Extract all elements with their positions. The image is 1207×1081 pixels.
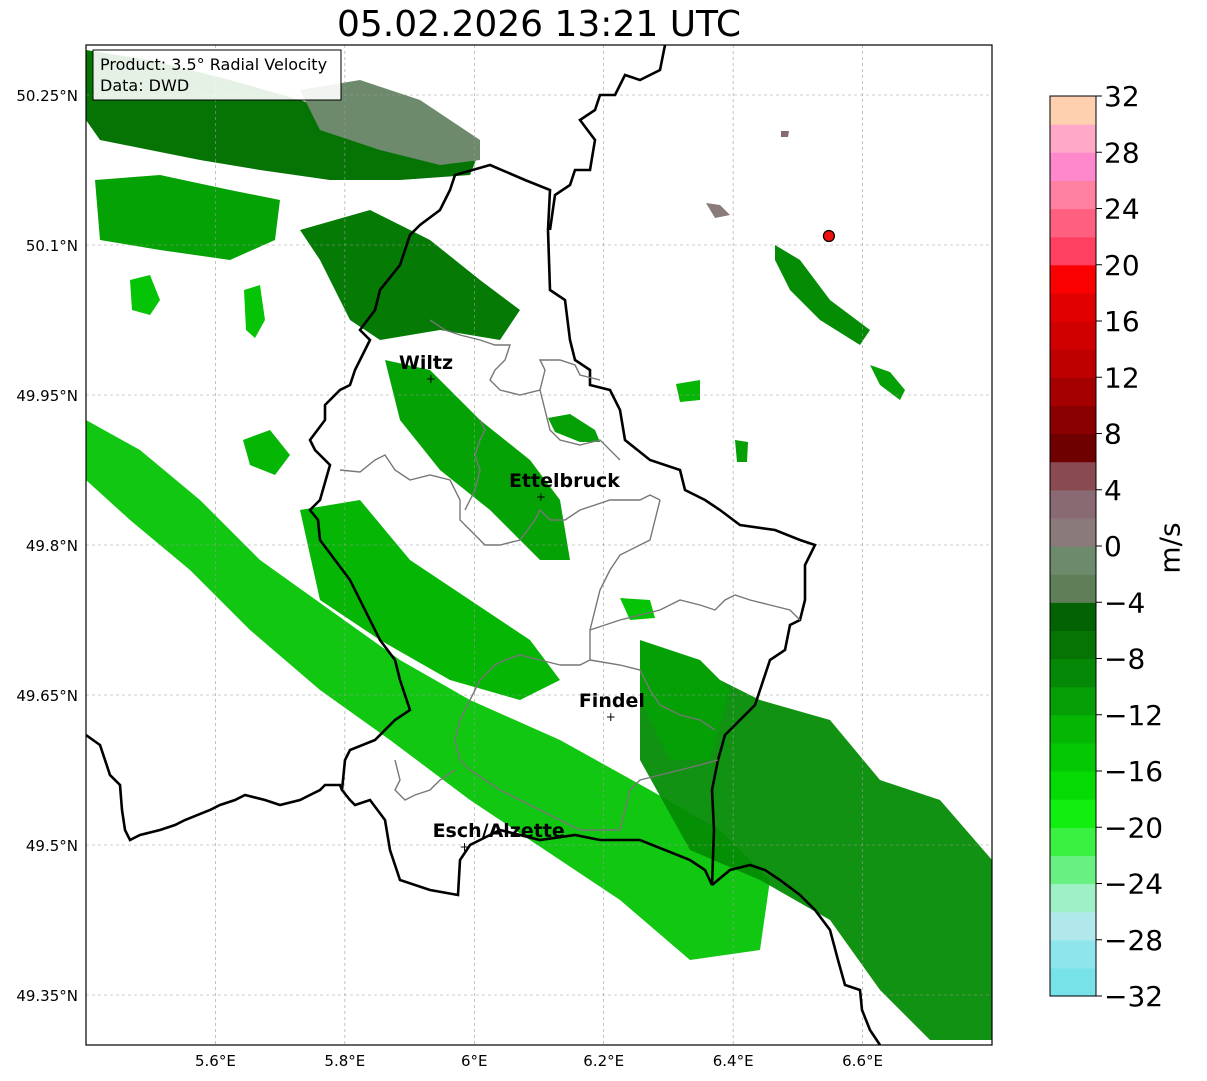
colorbar-segment <box>1050 292 1096 322</box>
colorbar-tick-label: 0 <box>1104 530 1122 563</box>
colorbar-tick-label: 4 <box>1104 474 1122 507</box>
x-tick-label: 6.6°E <box>842 1052 883 1070</box>
info-box: Product: 3.5° Radial Velocity Data: DWD <box>92 49 342 101</box>
y-tick-label: 49.95°N <box>16 387 78 405</box>
colorbar-segment <box>1050 911 1096 941</box>
colorbar-segment <box>1050 377 1096 406</box>
city-label: Esch/Alzette <box>433 820 565 842</box>
colorbar-segment <box>1050 799 1096 828</box>
x-axis-ticks: 5.6°E 5.8°E 6°E 6.2°E 6.4°E 6.6°E <box>195 1052 883 1070</box>
colorbar-segment <box>1050 433 1096 463</box>
colorbar-tick-label: −8 <box>1104 643 1145 676</box>
colorbar-tick-label: 20 <box>1104 249 1140 282</box>
colorbar-tick-label: 32 <box>1104 80 1140 113</box>
colorbar-label: m/s <box>1153 522 1187 574</box>
colorbar-tick-label: 28 <box>1104 136 1140 169</box>
city-label: Wiltz <box>399 352 453 374</box>
colorbar-segment <box>1050 630 1096 660</box>
x-tick-label: 6.2°E <box>583 1052 624 1070</box>
colorbar-segment <box>1050 546 1096 575</box>
city-label: Findel <box>579 690 645 712</box>
echo-gray-ne2 <box>781 131 789 137</box>
colorbar-tick-label: −16 <box>1104 755 1163 788</box>
x-tick-label: 5.8°E <box>324 1052 365 1070</box>
colorbar-tick-label: −32 <box>1104 980 1163 1013</box>
colorbar-tick-label: −28 <box>1104 924 1163 957</box>
colorbar-segment <box>1050 461 1096 491</box>
colorbar-segment <box>1050 827 1096 856</box>
colorbar-segment <box>1050 602 1096 631</box>
y-tick-label: 49.5°N <box>26 837 78 855</box>
city-marker: + <box>606 710 616 724</box>
colorbar <box>1050 96 1096 997</box>
colorbar-tick-label: −12 <box>1104 699 1163 732</box>
y-tick-label: 50.1°N <box>26 237 78 255</box>
colorbar-segment <box>1050 939 1096 969</box>
colorbar-segment <box>1050 236 1096 266</box>
colorbar-segment <box>1050 855 1096 885</box>
y-tick-label: 49.65°N <box>16 687 78 705</box>
y-tick-label: 49.35°N <box>16 987 78 1005</box>
colorbar-tick-label: −4 <box>1104 586 1145 619</box>
info-product: Product: 3.5° Radial Velocity <box>100 55 327 74</box>
city-marker: + <box>426 372 436 386</box>
city-marker: + <box>536 490 546 504</box>
echo-small-5 <box>735 440 748 462</box>
colorbar-segment <box>1050 180 1096 210</box>
city-label: Ettelbruck <box>509 470 620 492</box>
colorbar-segment <box>1050 517 1096 547</box>
y-tick-label: 49.8°N <box>26 537 78 555</box>
colorbar-tick-label: −20 <box>1104 811 1163 844</box>
colorbar-tick-label: 8 <box>1104 418 1122 451</box>
colorbar-segment <box>1050 658 1096 688</box>
x-tick-label: 6°E <box>461 1052 488 1070</box>
colorbar-tick-label: 24 <box>1104 193 1140 226</box>
y-axis-ticks: 50.25°N 50.1°N 49.95°N 49.8°N 49.65°N 49.5°N 4… <box>16 87 78 1005</box>
colorbar-segment <box>1050 405 1096 435</box>
x-tick-label: 5.6°E <box>195 1052 236 1070</box>
colorbar-tick-label: −24 <box>1104 868 1163 901</box>
radar-site-marker <box>822 229 836 243</box>
colorbar-segment <box>1050 771 1096 800</box>
colorbar-segment <box>1050 208 1096 238</box>
colorbar-segment <box>1050 686 1096 716</box>
colorbar-segment <box>1050 883 1096 913</box>
colorbar-segment <box>1050 264 1096 294</box>
x-tick-label: 6.4°E <box>713 1052 754 1070</box>
colorbar-segment <box>1050 489 1096 519</box>
colorbar-segment <box>1050 967 1096 997</box>
colorbar-segment <box>1050 321 1096 350</box>
colorbar-tick-label: 16 <box>1104 305 1140 338</box>
info-data: Data: DWD <box>100 76 189 95</box>
city-marker: + <box>460 840 470 854</box>
radar-map: 5.6°E 5.8°E 6°E 6.2°E 6.4°E 6.6°E 50.25°N 50.1… <box>16 44 1163 1070</box>
colorbar-segment <box>1050 152 1096 181</box>
colorbar-segment <box>1050 124 1096 153</box>
y-tick-label: 50.25°N <box>16 87 78 105</box>
colorbar-segment <box>1050 714 1096 744</box>
colorbar-segment <box>1050 574 1096 603</box>
colorbar-segment <box>1050 96 1096 125</box>
colorbar-segment <box>1050 742 1096 772</box>
colorbar-segment <box>1050 349 1096 378</box>
colorbar-tick-label: 12 <box>1104 361 1140 394</box>
